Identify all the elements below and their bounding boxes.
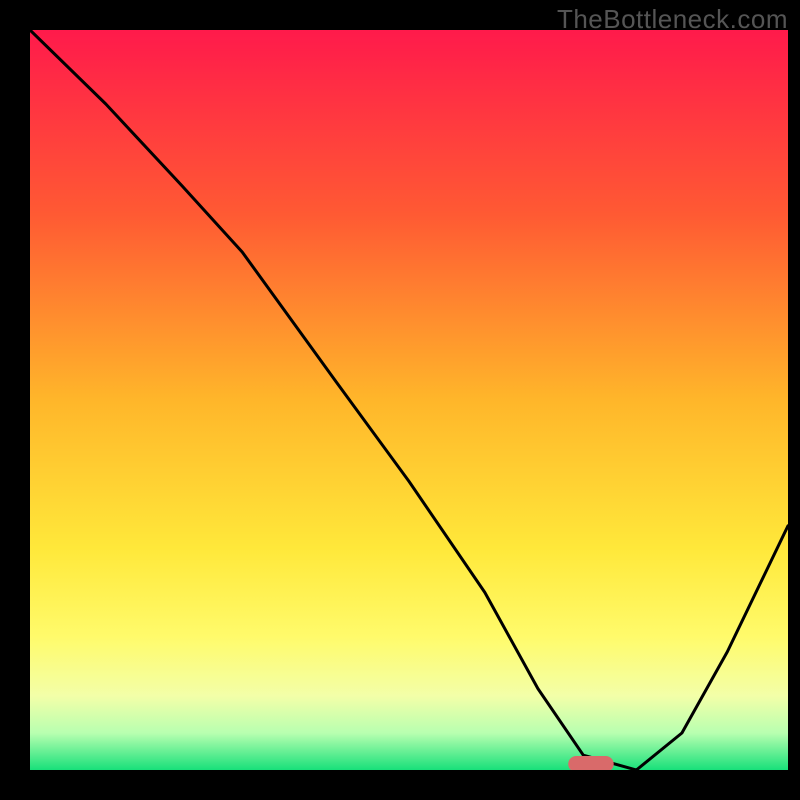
gradient-background [30, 30, 788, 770]
chart-container: TheBottleneck.com [0, 0, 800, 800]
chart-svg [30, 30, 788, 770]
plot-area [30, 30, 788, 770]
watermark-text: TheBottleneck.com [557, 4, 788, 35]
optimal-marker [568, 756, 614, 770]
